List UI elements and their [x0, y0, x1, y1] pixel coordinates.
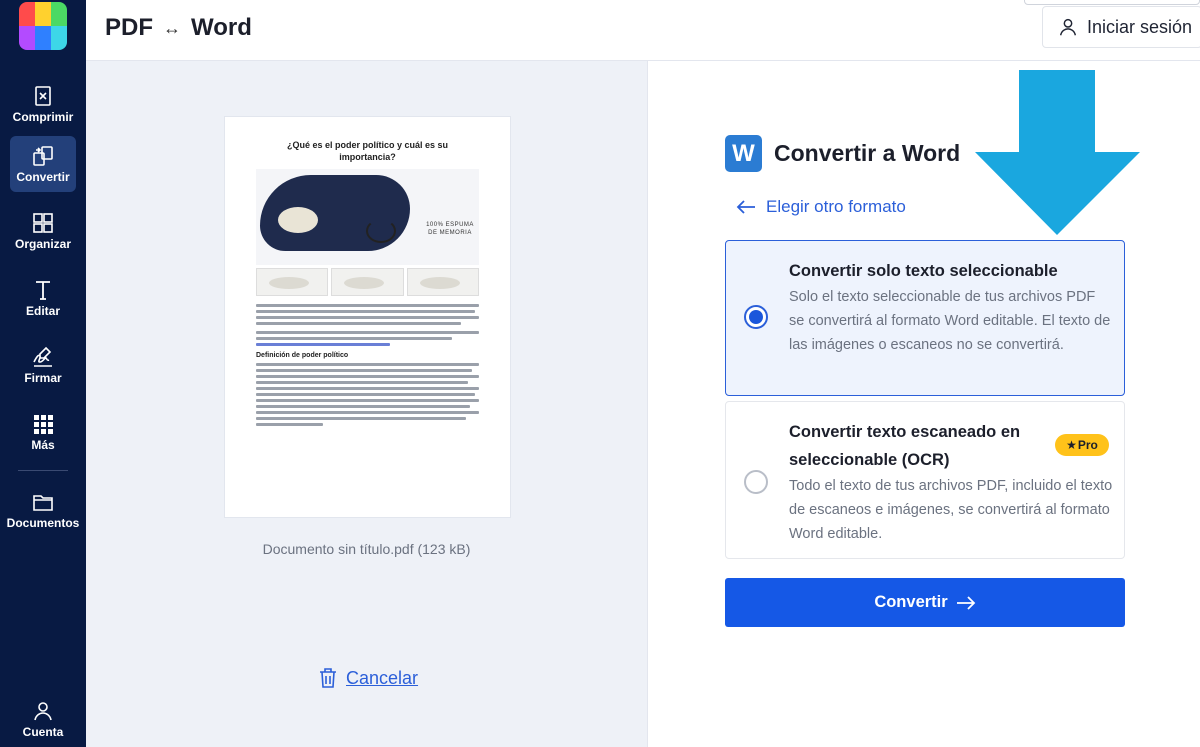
sidebar-item-cuenta[interactable]: Cuenta — [10, 694, 76, 744]
arrow-left-icon — [736, 200, 755, 214]
folder-icon — [33, 495, 53, 511]
trash-icon — [320, 668, 336, 688]
more-grid-icon — [34, 415, 53, 434]
arrow-right-icon — [956, 595, 975, 610]
sidebar-item-label: Más — [31, 438, 55, 452]
page-title: PDF ↔ Word — [105, 14, 252, 42]
login-label: Iniciar sesión — [1087, 16, 1193, 37]
sidebar-divider — [18, 470, 68, 471]
option-title: Convertir solo texto seleccionable — [789, 262, 1058, 280]
account-icon — [34, 702, 52, 721]
title-target-format: Word — [191, 14, 252, 41]
sidebar-item-label: Comprimir — [12, 110, 74, 124]
sidebar-item-comprimir[interactable]: Comprimir — [10, 76, 76, 132]
convert-button[interactable]: Convertir — [725, 578, 1125, 627]
panel-title-text: Convertir a Word — [774, 140, 961, 166]
document-thumbnail: ¿Qué es el poder político y cuál es su i… — [224, 116, 511, 518]
sidebar-item-label: Firmar — [24, 371, 62, 385]
user-icon — [1059, 18, 1077, 36]
annotation-arrow-down-icon — [975, 70, 1140, 235]
sidebar-item-label: Editar — [25, 304, 60, 318]
cancel-button[interactable]: Cancelar — [318, 667, 418, 689]
doc-preview-thumbnails — [256, 268, 479, 296]
sidebar-item-label: Organizar — [14, 237, 71, 251]
radio-selected[interactable] — [744, 305, 768, 329]
convert-icon — [33, 146, 53, 166]
edit-text-icon — [36, 281, 50, 300]
pro-badge-label: Pro — [1077, 438, 1098, 452]
sidebar-item-editar[interactable]: Editar — [10, 270, 76, 326]
option-selectable-text[interactable]: Convertir solo texto seleccionable Solo … — [725, 240, 1125, 396]
doc-image-caption: 100% ESPUMA DE MEMORIA — [426, 222, 474, 236]
title-source-format: PDF — [105, 14, 153, 41]
top-header: PDF ↔ Word Iniciar sesión — [86, 0, 1200, 61]
file-name-label: Documento sin título.pdf (123 kB) — [262, 541, 471, 557]
star-icon: ★ — [1066, 438, 1077, 452]
sidebar-item-label: Cuenta — [22, 725, 64, 739]
organize-icon — [33, 213, 53, 233]
panel-title: W Convertir a Word — [725, 135, 960, 172]
sidebar-item-label: Convertir — [16, 170, 70, 184]
option-description: Solo el texto seleccionable de tus archi… — [789, 289, 1111, 353]
radio-unselected[interactable] — [744, 470, 768, 494]
back-link-label: Elegir otro formato — [766, 197, 906, 216]
sidebar-item-mas[interactable]: Más — [10, 404, 76, 460]
login-button[interactable]: Iniciar sesión — [1042, 6, 1200, 48]
option-title: Convertir texto escaneado en seleccionab… — [789, 423, 1021, 469]
sidebar-item-label: Documentos — [6, 516, 80, 530]
compress-icon — [35, 86, 51, 106]
sidebar-item-firmar[interactable]: Firmar — [10, 337, 76, 393]
sidebar: Comprimir Convertir Organizar Editar Fir… — [0, 0, 86, 747]
word-icon: W — [725, 135, 762, 172]
option-ocr[interactable]: Convertir texto escaneado en seleccionab… — [725, 401, 1125, 559]
pro-badge: ★ Pro — [1055, 434, 1109, 456]
doc-preview-text: Definición de poder político — [256, 304, 479, 426]
doc-preview-image: 100% ESPUMA DE MEMORIA — [256, 169, 479, 265]
choose-other-format-link[interactable]: Elegir otro formato — [736, 197, 906, 217]
cancel-label: Cancelar — [346, 667, 419, 688]
header-partial-element — [1024, 0, 1200, 5]
sidebar-item-convertir[interactable]: Convertir — [10, 136, 76, 192]
app-logo[interactable] — [19, 2, 67, 50]
preview-pane: ¿Qué es el poder político y cuál es su i… — [86, 61, 647, 747]
title-arrow: ↔ — [163, 17, 181, 38]
sign-icon — [33, 346, 52, 367]
doc-preview-title: ¿Qué es el poder político y cuál es su i… — [286, 140, 449, 162]
sidebar-item-documentos[interactable]: Documentos — [7, 482, 79, 538]
option-description: Todo el texto de tus archivos PDF, inclu… — [789, 478, 1113, 542]
doc-preview-subheading: Definición de poder político — [256, 352, 349, 359]
sidebar-item-organizar[interactable]: Organizar — [10, 203, 76, 259]
convert-label: Convertir — [874, 593, 948, 611]
